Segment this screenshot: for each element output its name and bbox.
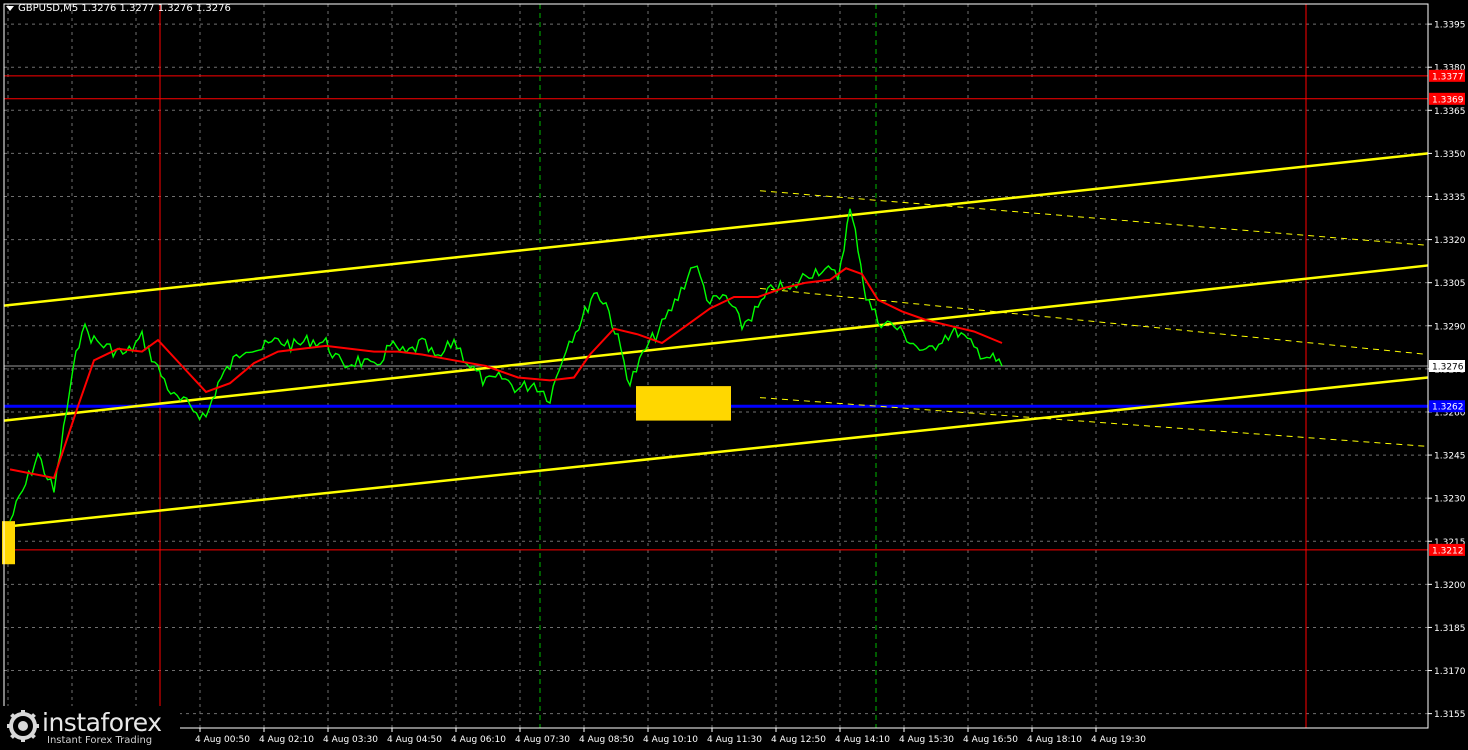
y-tick-label: 1.3185	[1434, 624, 1466, 634]
y-tick-label: 1.3365	[1434, 107, 1466, 117]
logo-tagline: Instant Forex Trading	[47, 735, 153, 746]
y-tick-label: 1.3230	[1434, 495, 1466, 505]
x-tick-label: 4 Aug 04:50	[387, 735, 442, 745]
gear-globe-icon	[7, 710, 39, 742]
level-label: 1.3212	[1432, 546, 1464, 556]
level-label: 1.3262	[1432, 403, 1464, 413]
y-tick-label: 1.3320	[1434, 236, 1466, 246]
y-tick-label: 1.3350	[1434, 150, 1466, 160]
x-tick-label: 4 Aug 18:10	[1027, 735, 1082, 745]
x-tick-label: 4 Aug 07:30	[515, 735, 570, 745]
x-tick-label: 4 Aug 11:30	[707, 735, 762, 745]
level-label: 1.3369	[1432, 95, 1464, 105]
x-tick-label: 4 Aug 15:30	[899, 735, 954, 745]
chart-background	[0, 0, 1468, 750]
x-tick-label: 4 Aug 19:30	[1091, 735, 1146, 745]
x-tick-label: 4 Aug 02:10	[259, 735, 314, 745]
y-tick-label: 1.3335	[1434, 193, 1466, 203]
signal-box	[636, 386, 731, 421]
dropdown-triangle-icon[interactable]	[6, 5, 14, 11]
instaforex-logo: instaforex Instant Forex Trading	[2, 706, 180, 748]
x-tick-label: 4 Aug 14:10	[835, 735, 890, 745]
x-tick-label: 4 Aug 00:50	[195, 735, 250, 745]
x-tick-label: 4 Aug 06:10	[451, 735, 506, 745]
price-chart: 1.31551.31701.31851.32001.32151.32301.32…	[0, 0, 1468, 750]
x-tick-label: 4 Aug 10:10	[643, 735, 698, 745]
symbol-line: GBPUSD,M5 1.3276 1.3277 1.3276 1.3276	[18, 3, 231, 14]
logo-name: instaforex	[42, 708, 162, 737]
y-tick-label: 1.3245	[1434, 452, 1466, 462]
y-tick-label: 1.3170	[1434, 667, 1466, 677]
y-tick-label: 1.3155	[1434, 710, 1466, 720]
chart-header: GBPUSD,M5 1.3276 1.3277 1.3276 1.3276	[6, 3, 231, 14]
y-tick-label: 1.3290	[1434, 322, 1466, 332]
y-tick-label: 1.3200	[1434, 581, 1466, 591]
x-tick-label: 4 Aug 16:50	[963, 735, 1018, 745]
current-price-label: 1.3276	[1432, 363, 1464, 373]
x-tick-label: 4 Aug 12:50	[771, 735, 826, 745]
y-tick-label: 1.3305	[1434, 279, 1466, 289]
x-tick-label: 4 Aug 03:30	[323, 735, 378, 745]
y-tick-label: 1.3395	[1434, 21, 1466, 31]
x-tick-label: 4 Aug 08:50	[579, 735, 634, 745]
level-label: 1.3377	[1432, 72, 1464, 82]
